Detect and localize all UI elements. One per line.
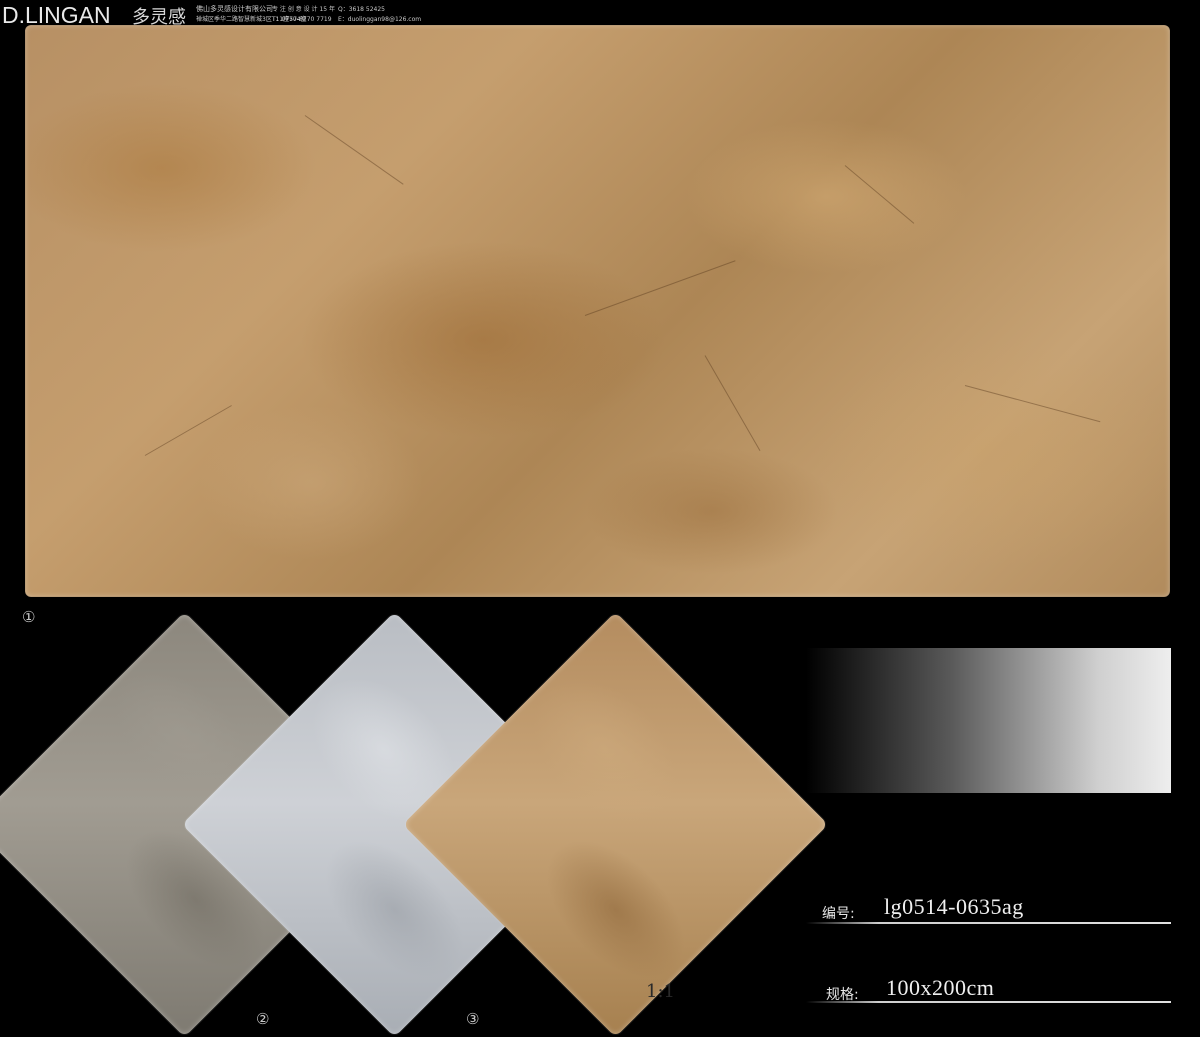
size-value: 100x200cm	[886, 975, 995, 1000]
code-label: 编号:	[822, 906, 855, 922]
tile-beige-wrap	[402, 611, 829, 1037]
code-underline	[806, 922, 1171, 924]
scale-label: 1:1	[646, 981, 675, 1002]
main-tile-number: ①	[22, 608, 36, 626]
gradient-swatch	[806, 648, 1171, 793]
tile-2-number: ②	[256, 1010, 270, 1028]
company-qq: Q：3618 52425	[338, 6, 385, 13]
company-slogan: 专 注 创 意 设 计 15 年	[272, 6, 335, 13]
company-name: 佛山多灵感设计有限公司	[196, 5, 273, 13]
size-underline	[806, 1001, 1171, 1003]
company-email: E：duolinggan98@126.com	[338, 16, 422, 23]
main-tile-preview	[25, 25, 1170, 597]
code-value: lg0514-0635ag	[884, 894, 1024, 919]
tile-3-number: ③	[466, 1010, 480, 1028]
company-phone: T：0757-8270 7719	[272, 16, 332, 23]
tile-beige	[402, 611, 829, 1037]
